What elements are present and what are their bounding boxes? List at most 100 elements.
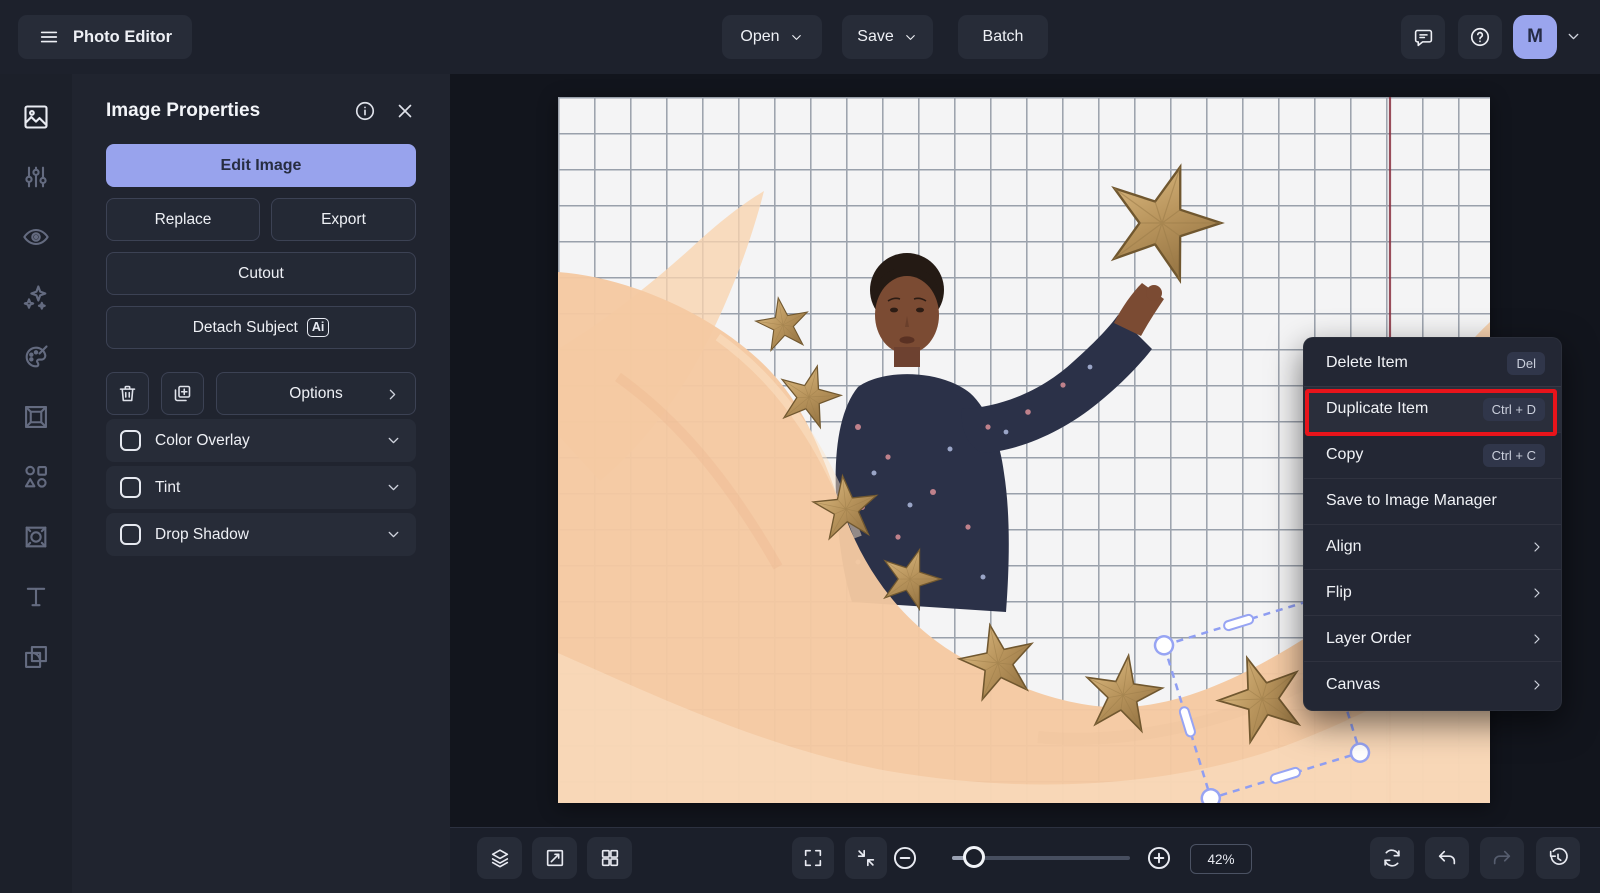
menu-label: Flip <box>1326 583 1352 601</box>
zoom-out-button[interactable] <box>892 845 918 871</box>
open-label: Open <box>740 28 780 45</box>
menu-item-canvas[interactable]: Canvas <box>1304 661 1561 707</box>
chevron-down-icon[interactable] <box>385 479 402 496</box>
chevron-right-icon <box>1529 539 1545 555</box>
menu-label: Duplicate Item <box>1326 400 1429 418</box>
fit-to-screen-button[interactable] <box>845 837 887 879</box>
ai-badge: Ai <box>306 318 330 337</box>
sidebar-item-ai-effects[interactable] <box>22 283 50 311</box>
menu-item-save-to-image-manager[interactable]: Save to Image Manager <box>1304 477 1561 524</box>
menu-label: Align <box>1326 537 1362 555</box>
sidebar-item-shapes[interactable] <box>22 463 50 491</box>
chevron-down-icon <box>903 30 918 45</box>
history-clock-icon <box>1547 847 1569 869</box>
cutout-button[interactable]: Cutout <box>106 252 416 295</box>
collapse-icon <box>855 847 877 869</box>
chevron-right-icon <box>1529 585 1545 601</box>
sidebar-item-frame[interactable] <box>22 403 50 431</box>
templates-grid-button[interactable] <box>587 837 632 879</box>
image-properties-panel: Image Properties Edit Image Replace Expo… <box>72 74 450 893</box>
sidebar-item-focus-eye[interactable] <box>22 223 50 251</box>
info-icon[interactable] <box>354 100 376 122</box>
sidebar-item-palette[interactable] <box>22 343 50 371</box>
fullscreen-button[interactable] <box>792 837 834 879</box>
open-button[interactable]: Open <box>722 15 822 59</box>
shortcut-badge: Ctrl + C <box>1482 443 1545 467</box>
sidebar-item-adjustments[interactable] <box>22 163 50 191</box>
zoom-in-button[interactable] <box>1146 845 1172 871</box>
options-label: Options <box>289 384 343 402</box>
menu-item-duplicate[interactable]: Duplicate Item Ctrl + D <box>1304 385 1561 432</box>
zoom-slider-knob[interactable] <box>963 846 985 868</box>
grid-icon <box>599 847 621 869</box>
sidebar-item-text[interactable] <box>22 583 50 611</box>
shortcut-badge: Del <box>1507 351 1545 375</box>
menu-item-layer-order[interactable]: Layer Order <box>1304 615 1561 661</box>
shortcut-badge: Ctrl + D <box>1482 397 1545 421</box>
menu-label: Layer Order <box>1326 629 1412 647</box>
color-overlay-label: Color Overlay <box>155 431 250 449</box>
redo-button[interactable] <box>1480 837 1524 879</box>
undo-button[interactable] <box>1425 837 1469 879</box>
comment-icon <box>1413 27 1434 48</box>
menu-label: Save to Image Manager <box>1326 492 1497 510</box>
chevron-down-icon[interactable] <box>385 526 402 543</box>
drop-shadow-row[interactable]: Drop Shadow <box>106 513 416 556</box>
resize-canvas-button[interactable] <box>532 837 577 879</box>
sidebar-item-overlap-layers[interactable] <box>22 643 50 671</box>
chevron-down-icon[interactable] <box>385 432 402 449</box>
context-menu: Delete Item Del Duplicate Item Ctrl + D … <box>1303 337 1562 711</box>
menu-item-delete[interactable]: Delete Item Del <box>1304 341 1561 386</box>
save-button[interactable]: Save <box>842 15 933 59</box>
menu-label: Delete Item <box>1326 354 1408 372</box>
options-button[interactable]: Options <box>216 372 416 415</box>
tool-rail <box>0 74 72 893</box>
color-overlay-row[interactable]: Color Overlay <box>106 419 416 462</box>
panel-title: Image Properties <box>106 100 261 121</box>
app-title: Photo Editor <box>73 27 172 46</box>
drop-shadow-label: Drop Shadow <box>155 525 249 543</box>
photo-editor-app: Photo Editor Open Save Batch M Image Pro… <box>0 0 1600 893</box>
batch-button[interactable]: Batch <box>958 15 1048 59</box>
edit-image-button[interactable]: Edit Image <box>106 144 416 187</box>
menu-item-copy[interactable]: Copy Ctrl + C <box>1304 431 1561 478</box>
menu-label: Copy <box>1326 446 1364 464</box>
redo-icon <box>1491 847 1513 869</box>
undo-icon <box>1436 847 1458 869</box>
zoom-percentage-input[interactable]: 42% <box>1190 844 1252 874</box>
duplicate-layer-button[interactable] <box>161 372 204 415</box>
detach-subject-button[interactable]: Detach Subject Ai <box>106 306 416 349</box>
chevron-right-icon <box>1529 677 1545 693</box>
feedback-button[interactable] <box>1401 15 1445 59</box>
help-icon <box>1469 26 1491 48</box>
avatar[interactable]: M <box>1513 15 1557 59</box>
trash-icon <box>117 383 138 404</box>
close-icon[interactable] <box>394 100 416 122</box>
chevron-down-icon <box>789 30 804 45</box>
chevron-right-icon <box>1529 631 1545 647</box>
app-menu-button[interactable]: Photo Editor <box>18 15 192 59</box>
account-chevron-down-icon[interactable] <box>1565 28 1582 45</box>
layers-button[interactable] <box>477 837 522 879</box>
tint-checkbox[interactable] <box>120 477 141 498</box>
duplicate-icon <box>172 383 193 404</box>
color-overlay-checkbox[interactable] <box>120 430 141 451</box>
replace-button[interactable]: Replace <box>106 198 260 241</box>
delete-layer-button[interactable] <box>106 372 149 415</box>
help-button[interactable] <box>1458 15 1502 59</box>
menu-item-align[interactable]: Align <box>1304 523 1561 570</box>
export-button[interactable]: Export <box>271 198 416 241</box>
save-label: Save <box>857 28 894 45</box>
batch-label: Batch <box>982 28 1024 45</box>
expand-icon <box>802 847 824 869</box>
layers-icon <box>489 847 511 869</box>
tint-row[interactable]: Tint <box>106 466 416 509</box>
menu-item-flip[interactable]: Flip <box>1304 569 1561 615</box>
top-bar: Photo Editor Open Save Batch M <box>0 0 1600 74</box>
sidebar-item-image[interactable] <box>22 103 50 131</box>
reset-button[interactable] <box>1370 837 1414 879</box>
history-button[interactable] <box>1536 837 1580 879</box>
drop-shadow-checkbox[interactable] <box>120 524 141 545</box>
refresh-icon <box>1381 847 1403 869</box>
sidebar-item-border-pattern[interactable] <box>22 523 50 551</box>
